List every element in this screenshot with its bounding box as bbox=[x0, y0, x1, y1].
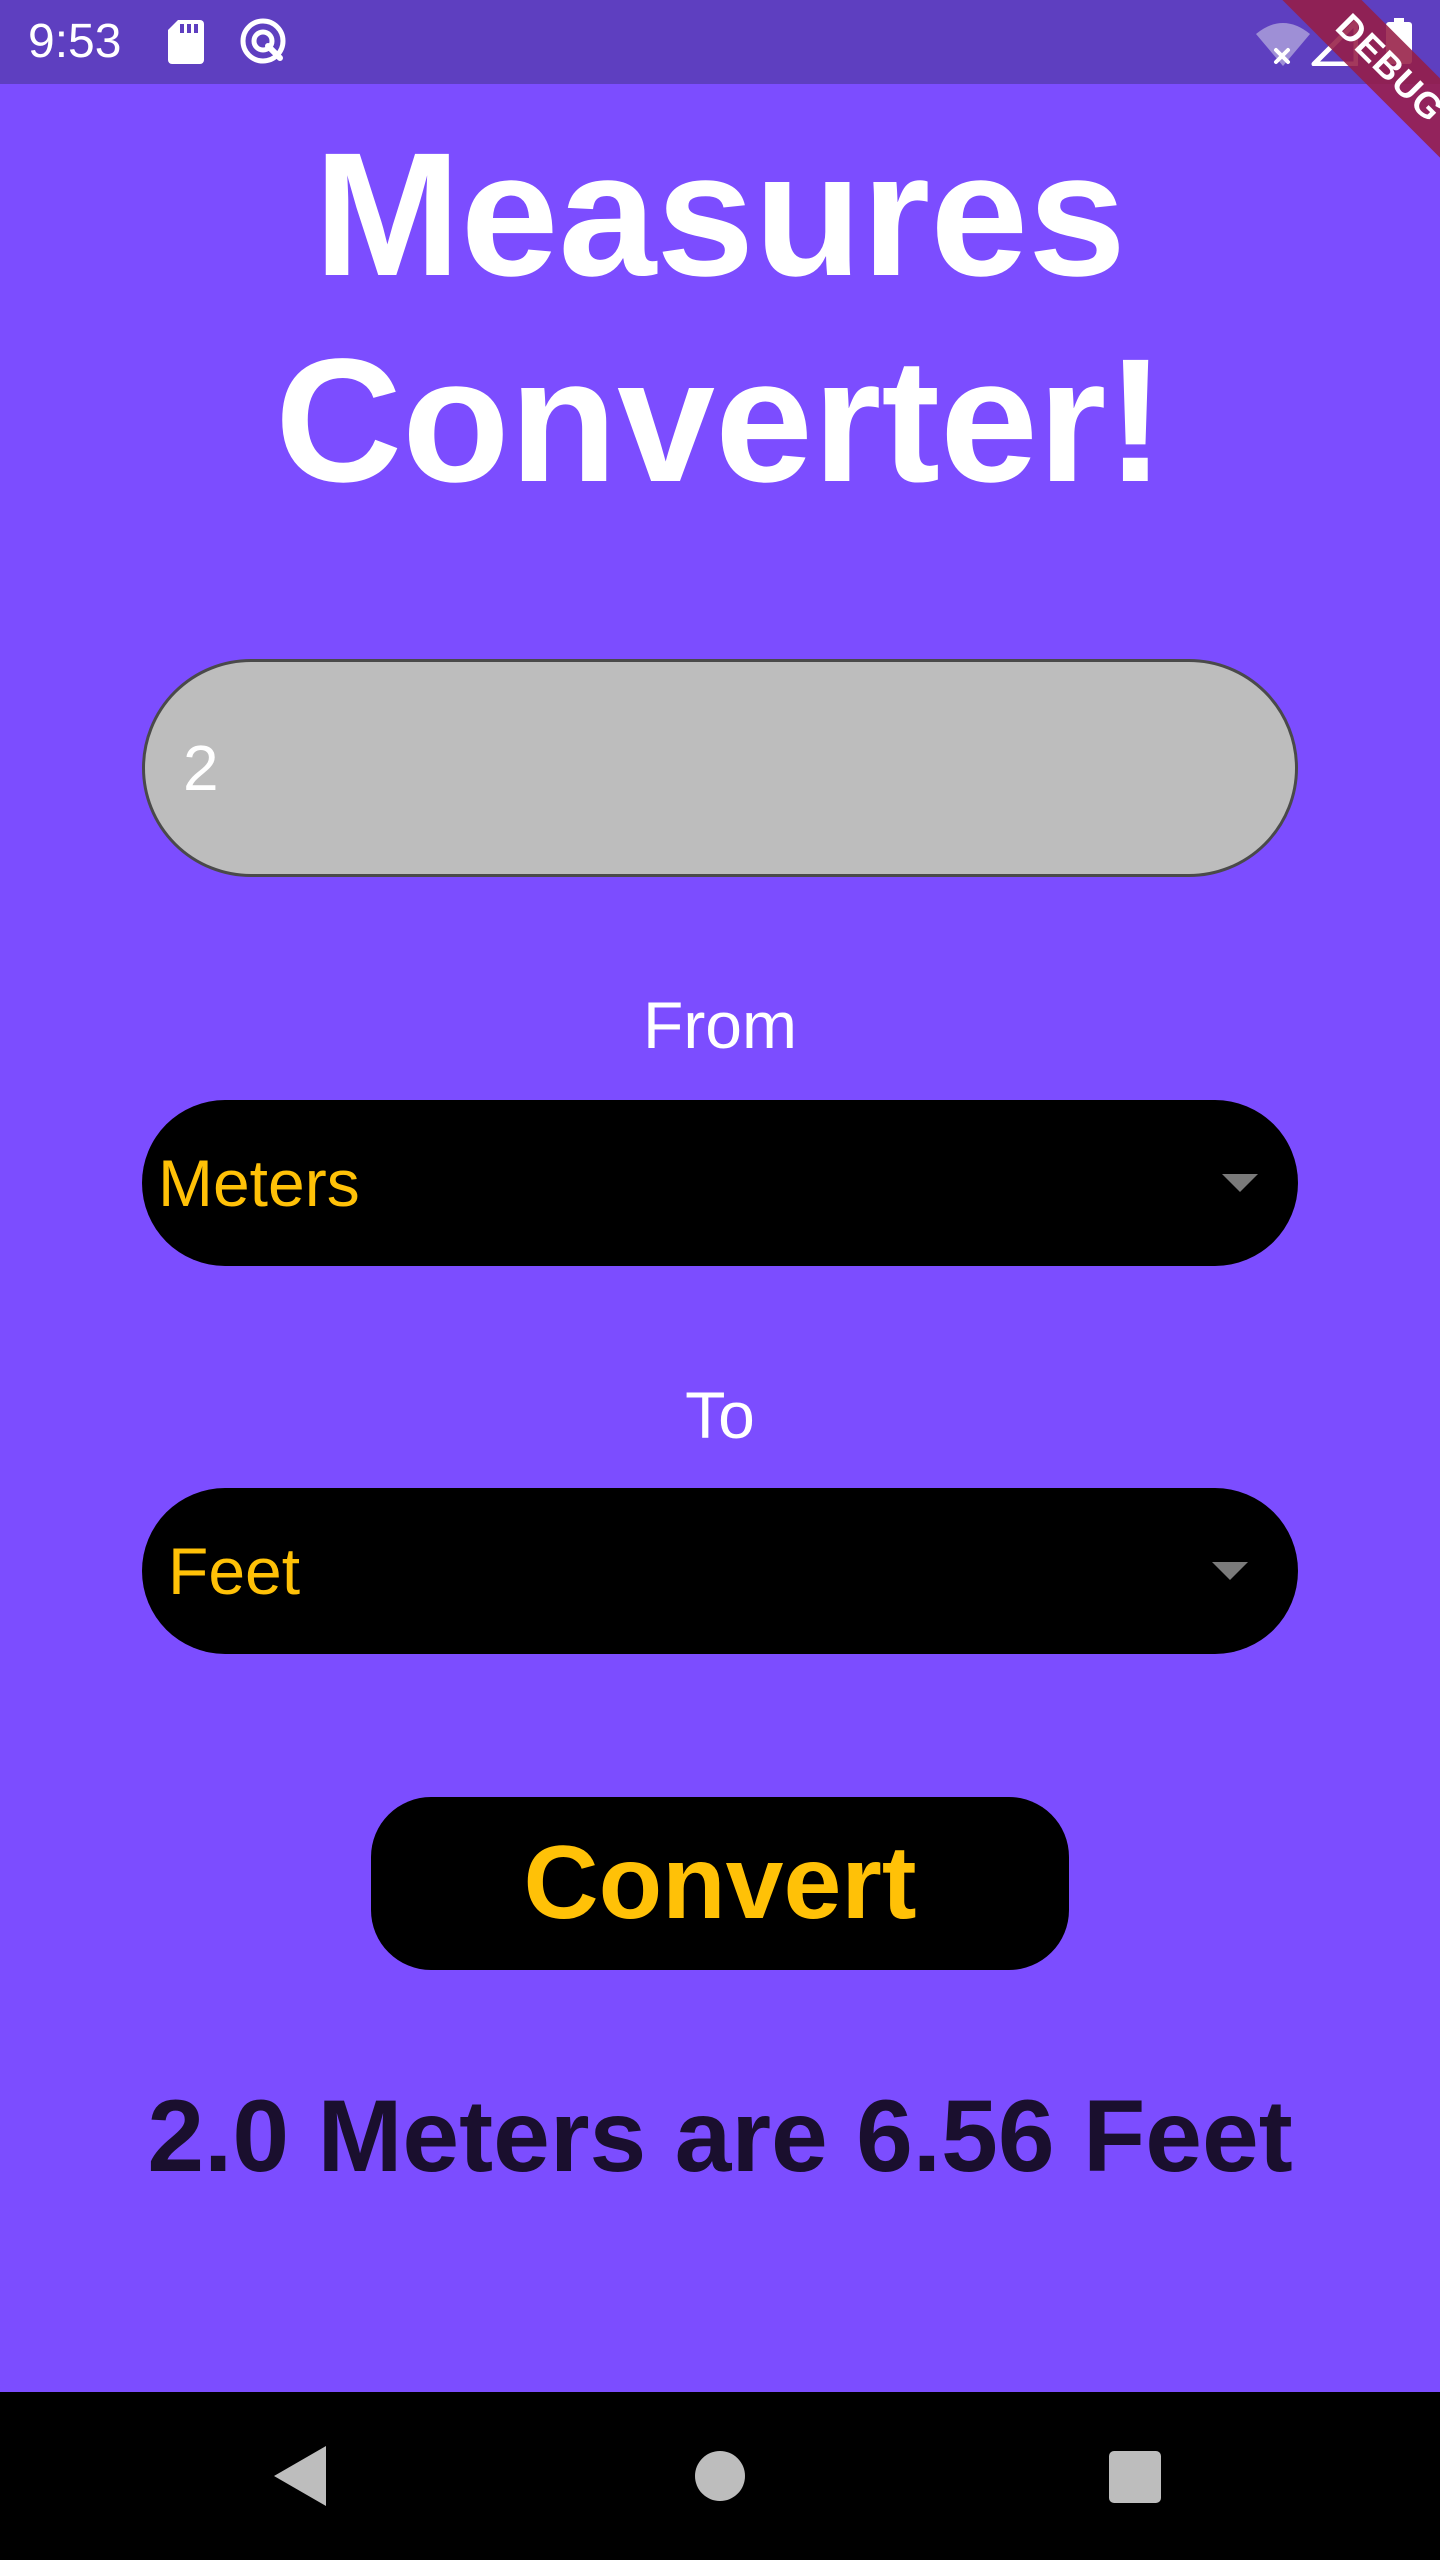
status-time: 9:53 bbox=[28, 15, 122, 68]
dropdown-arrow-icon bbox=[1222, 1174, 1258, 1192]
sync-icon bbox=[240, 18, 286, 64]
page-title: Measures Converter! bbox=[0, 112, 1440, 524]
navigation-bar bbox=[0, 2392, 1440, 2560]
wifi-off-icon bbox=[1256, 23, 1310, 66]
value-field[interactable] bbox=[142, 659, 1298, 877]
to-unit-value: Feet bbox=[168, 1534, 301, 1608]
app-screen: 9:53 DEBUG Measures Converter! 2 From Me… bbox=[0, 0, 1440, 2560]
dropdown-arrow-icon bbox=[1212, 1562, 1248, 1580]
from-label: From bbox=[643, 988, 797, 1062]
result-text: 2.0 Meters are 6.56 Feet bbox=[147, 2079, 1293, 2193]
to-label: To bbox=[685, 1378, 755, 1452]
recents-icon[interactable] bbox=[1108, 2450, 1162, 2504]
back-icon[interactable] bbox=[272, 2444, 328, 2508]
value-input[interactable] bbox=[183, 718, 1243, 818]
home-icon[interactable] bbox=[694, 2450, 746, 2502]
title-line-1: Measures bbox=[313, 117, 1127, 313]
from-unit-dropdown[interactable]: Meters bbox=[142, 1100, 1298, 1266]
from-unit-value: Meters bbox=[158, 1146, 360, 1220]
status-bar: 9:53 bbox=[0, 0, 1440, 84]
to-unit-dropdown[interactable]: Feet bbox=[142, 1488, 1298, 1654]
title-line-2: Converter! bbox=[275, 323, 1165, 519]
convert-button[interactable]: Convert bbox=[371, 1797, 1069, 1970]
sd-card-icon bbox=[168, 20, 204, 64]
